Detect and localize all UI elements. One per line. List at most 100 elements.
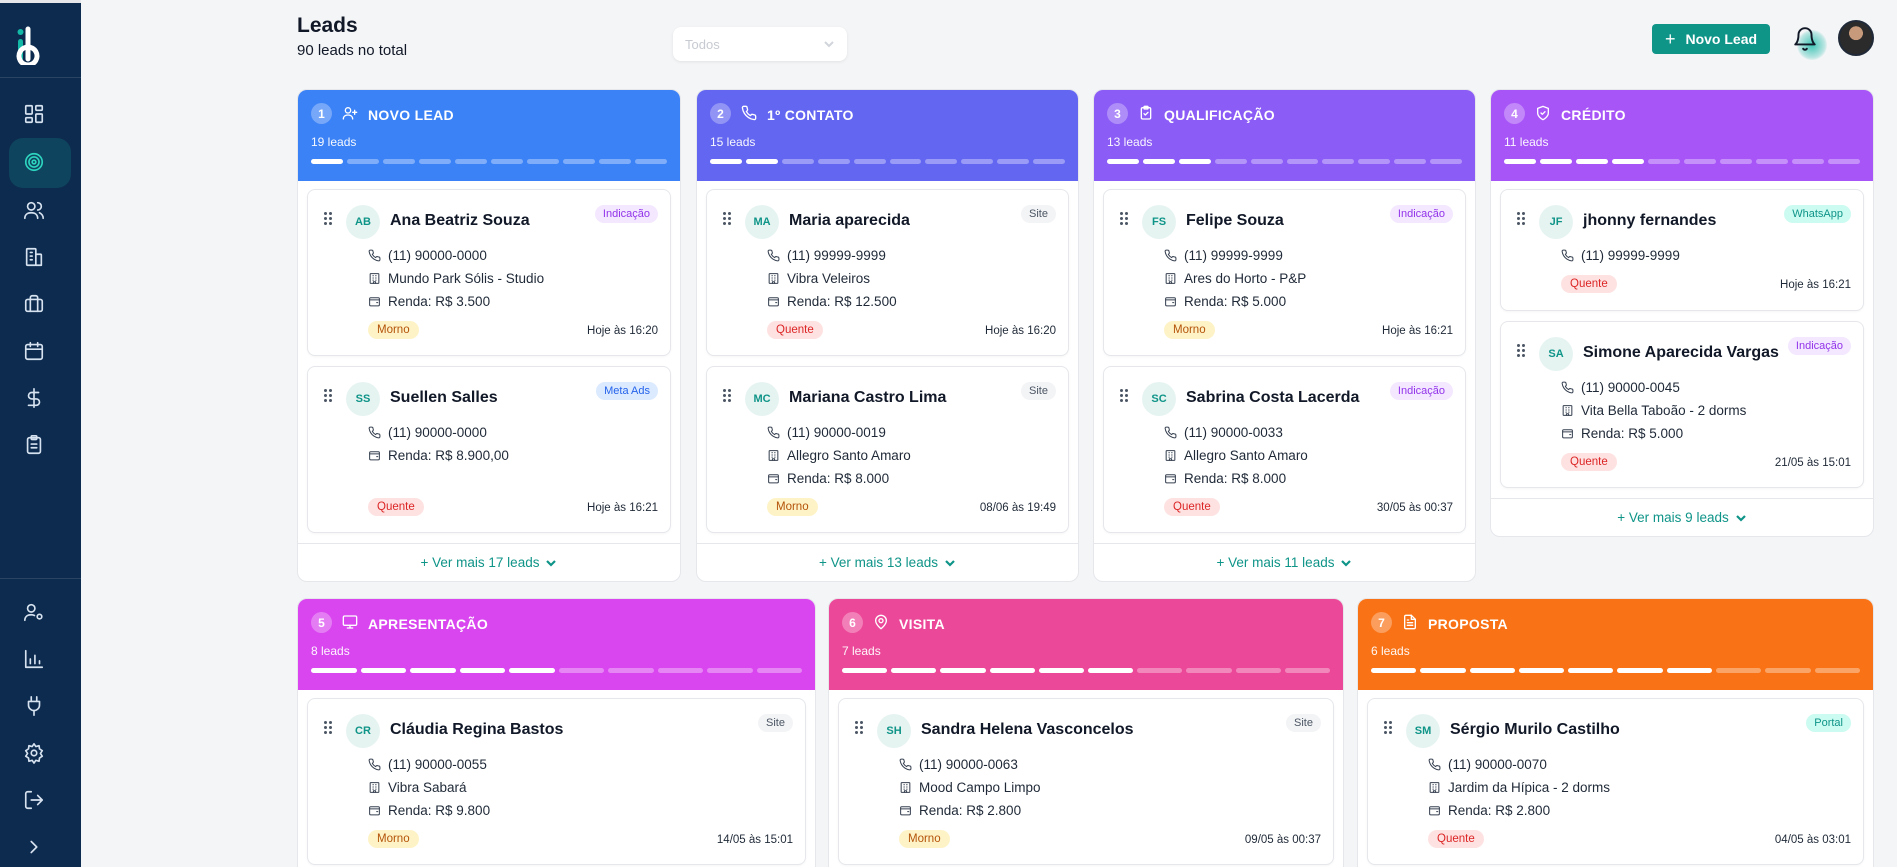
lead-card[interactable]: MC Mariana Castro Lima Site (11) 90000-0… xyxy=(706,366,1069,533)
drag-handle-icon[interactable] xyxy=(1517,344,1525,357)
lead-phone: (11) 90000-0045 xyxy=(1561,380,1680,395)
drag-handle-icon[interactable] xyxy=(1120,389,1128,402)
lead-name[interactable]: Felipe Souza xyxy=(1186,212,1284,230)
lead-name[interactable]: Ana Beatriz Souza xyxy=(390,212,530,230)
source-badge: Meta Ads xyxy=(596,382,658,400)
lead-card[interactable]: JF jhonny fernandes WhatsApp (11) 99999-… xyxy=(1500,189,1864,311)
sidebar-item-integrations[interactable] xyxy=(21,693,47,719)
progress-segment xyxy=(1612,159,1644,164)
lead-card[interactable]: FS Felipe Souza Indicação (11) 99999-999… xyxy=(1103,189,1466,356)
lead-timestamp: 14/05 às 15:01 xyxy=(716,834,793,846)
temperature-badge: Quente xyxy=(1561,275,1617,293)
column-qualifica-o: 3 QUALIFICAÇÃO 13 leads FS Felipe Souza … xyxy=(1093,89,1476,582)
progress-segment xyxy=(707,668,753,673)
sidebar-item-dashboard[interactable] xyxy=(21,101,47,127)
column-progress xyxy=(710,159,1066,164)
progress-segment xyxy=(1371,668,1417,673)
clipboard-check-icon xyxy=(1138,105,1156,123)
drag-handle-icon[interactable] xyxy=(723,212,731,225)
lead-phone: (11) 90000-0000 xyxy=(368,248,487,263)
lead-name[interactable]: Mariana Castro Lima xyxy=(789,389,946,407)
sidebar-item-clients[interactable] xyxy=(21,197,47,223)
lead-name[interactable]: Cláudia Regina Bastos xyxy=(390,721,563,739)
sidebar-item-tasks[interactable] xyxy=(21,432,47,458)
lead-phone: (11) 99999-9999 xyxy=(1561,248,1680,263)
column-number: 7 xyxy=(1371,612,1392,633)
drag-handle-icon[interactable] xyxy=(324,721,332,734)
sidebar-item-finance[interactable] xyxy=(21,385,47,411)
sidebar-item-user-settings[interactable] xyxy=(21,599,47,625)
progress-segment xyxy=(817,159,850,164)
column-count: 7 leads xyxy=(842,644,881,658)
wallet-icon xyxy=(369,297,380,307)
drag-handle-icon[interactable] xyxy=(324,389,332,402)
sidebar-expand-button[interactable] xyxy=(21,834,47,860)
lead-card[interactable]: AB Ana Beatriz Souza Indicação (11) 9000… xyxy=(307,189,671,356)
lead-card[interactable]: SC Sabrina Costa Lacerda Indicação (11) … xyxy=(1103,366,1466,533)
ver-mais-button[interactable]: + Ver mais 11 leads xyxy=(1094,543,1475,581)
sidebar-item-logout[interactable] xyxy=(21,787,47,813)
column-count: 19 leads xyxy=(311,135,357,149)
filter-select[interactable]: Todos xyxy=(673,27,847,61)
column-cr-dito: 4 CRÉDITO 11 leads JF jhonny fernandes W… xyxy=(1490,89,1874,537)
progress-segment xyxy=(1792,159,1824,164)
lead-card[interactable]: SM Sérgio Murilo Castilho Portal (11) 90… xyxy=(1367,698,1864,865)
lead-name[interactable]: Sabrina Costa Lacerda xyxy=(1186,389,1359,407)
drag-handle-icon[interactable] xyxy=(723,389,731,402)
lead-name[interactable]: jhonny fernandes xyxy=(1583,212,1716,230)
lead-income: Renda: R$ 5.000 xyxy=(1561,426,1683,441)
sidebar-item-leads[interactable] xyxy=(21,149,47,175)
sidebar-item-reports[interactable] xyxy=(21,646,47,672)
wallet-icon xyxy=(1562,429,1573,439)
progress-segment xyxy=(745,159,778,164)
logo-icon[interactable] xyxy=(16,25,56,65)
column-count: 11 leads xyxy=(1504,135,1549,149)
progress-segment xyxy=(1617,668,1663,673)
progress-segment xyxy=(1684,159,1716,164)
sidebar-item-buildings[interactable] xyxy=(21,244,47,270)
source-badge: Site xyxy=(1021,205,1056,223)
lead-card[interactable]: MA Maria aparecida Site (11) 99999-9999 V… xyxy=(706,189,1069,356)
temperature-badge: Quente xyxy=(1561,453,1617,471)
source-badge: WhatsApp xyxy=(1784,205,1851,223)
phone-icon xyxy=(368,758,381,771)
drag-handle-icon[interactable] xyxy=(1120,212,1128,225)
column-body: SM Sérgio Murilo Castilho Portal (11) 90… xyxy=(1358,690,1873,865)
sidebar-item-calendar[interactable] xyxy=(21,338,47,364)
progress-segment xyxy=(1137,668,1183,673)
column-progress xyxy=(1371,668,1860,673)
novo-lead-button[interactable]: + Novo Lead xyxy=(1652,24,1770,54)
lead-name[interactable]: Maria aparecida xyxy=(789,212,910,230)
column-proposta: 7 PROPOSTA 6 leads SM Sérgio Murilo Cast… xyxy=(1357,598,1874,867)
lead-card[interactable]: CR Cláudia Regina Bastos Site (11) 90000… xyxy=(307,698,806,865)
drag-handle-icon[interactable] xyxy=(1517,212,1525,225)
sidebar-item-projects[interactable] xyxy=(21,291,47,317)
ver-mais-button[interactable]: + Ver mais 13 leads xyxy=(697,543,1078,581)
progress-segment xyxy=(1142,159,1175,164)
progress-segment xyxy=(1430,159,1463,164)
lead-timestamp: Hoje às 16:21 xyxy=(1780,279,1851,291)
progress-segment xyxy=(459,668,505,673)
lead-card[interactable]: SA Simone Aparecida Vargas Indicação (11… xyxy=(1500,321,1864,488)
lead-initials: MC xyxy=(745,382,779,416)
lead-income: Renda: R$ 5.000 xyxy=(1164,294,1286,309)
lead-card[interactable]: SS Suellen Salles Meta Ads (11) 90000-00… xyxy=(307,366,671,533)
ver-mais-button[interactable]: + Ver mais 9 leads xyxy=(1491,498,1873,536)
phone-icon xyxy=(899,758,912,771)
drag-handle-icon[interactable] xyxy=(855,721,863,734)
drag-handle-icon[interactable] xyxy=(1384,721,1392,734)
lead-name[interactable]: Sérgio Murilo Castilho xyxy=(1450,721,1620,739)
drag-handle-icon[interactable] xyxy=(324,212,332,225)
lead-card[interactable]: SH Sandra Helena Vasconcelos Site (11) 9… xyxy=(838,698,1334,865)
bell-icon[interactable] xyxy=(1792,26,1818,52)
ver-mais-button[interactable]: + Ver mais 17 leads xyxy=(298,543,680,581)
lead-name[interactable]: Suellen Salles xyxy=(390,389,498,407)
lead-name[interactable]: Sandra Helena Vasconcelos xyxy=(921,721,1134,739)
sidebar-item-settings[interactable] xyxy=(21,740,47,766)
progress-segment xyxy=(1518,668,1565,673)
progress-segment xyxy=(1420,668,1466,673)
avatar[interactable] xyxy=(1838,20,1874,56)
building-icon xyxy=(1429,782,1440,793)
building-icon xyxy=(369,273,380,284)
lead-name[interactable]: Simone Aparecida Vargas xyxy=(1583,344,1779,362)
